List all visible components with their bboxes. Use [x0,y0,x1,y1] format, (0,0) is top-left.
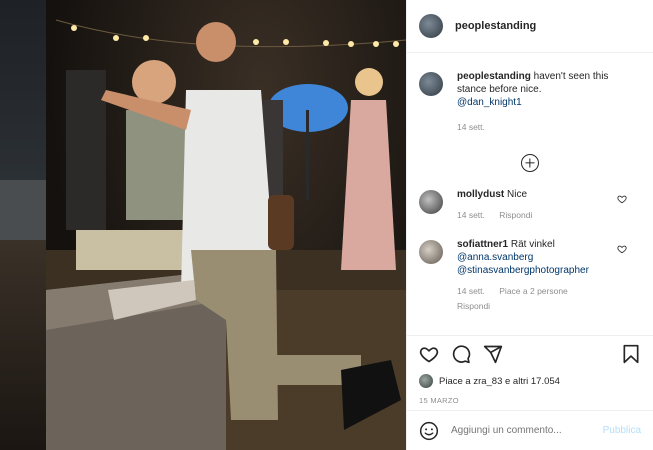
comment-body: mollydust Nice 14 sett. Rispondi [457,188,641,222]
comment-mention[interactable]: @stinasvanbergphotographer [457,264,623,277]
author-avatar[interactable] [419,14,443,38]
comment-meta: 14 sett. Rispondi [457,209,623,222]
caption-meta: 14 sett. [457,121,623,134]
background-middle [0,180,46,240]
post-details-panel: peoplestanding peoplestanding haven't se… [406,0,653,450]
background-bottom [0,240,46,450]
bookmark-icon[interactable] [621,344,641,364]
comment-author[interactable]: mollydust [457,189,504,200]
comment-icon[interactable] [451,344,471,364]
add-comment-bar: Pubblica [407,410,653,450]
caption-time[interactable]: 14 sett. [457,122,485,132]
comment-text: Nice [504,189,528,200]
caption-author[interactable]: peoplestanding [457,71,531,82]
emoji-icon[interactable] [419,421,439,441]
caption-body: peoplestanding haven't seen this stance … [457,70,641,134]
comment-time[interactable]: 14 sett. [457,210,485,220]
liker-avatar[interactable] [419,374,433,388]
comment-likes[interactable]: Piace a 2 persone [499,286,568,296]
comment-input[interactable] [451,425,603,436]
comment-avatar[interactable] [419,190,443,214]
post-comment-button[interactable]: Pubblica [603,425,641,436]
reply-link[interactable]: Rispondi [457,300,623,313]
likes-summary[interactable]: Piace a zra_83 e altri 17.054 [419,374,641,388]
caption-avatar[interactable] [419,72,443,96]
author-username[interactable]: peoplestanding [455,20,536,32]
post-date[interactable]: 15 MARZO [419,396,641,405]
load-more-comments[interactable] [419,154,641,172]
heart-icon[interactable] [419,344,439,364]
plus-circle-icon[interactable] [521,154,539,172]
caption-row: peoplestanding haven't seen this stance … [419,70,641,134]
comment-avatar[interactable] [419,240,443,264]
comment-author[interactable]: sofiattner1 [457,239,508,250]
heart-icon[interactable] [617,194,627,204]
comment-time[interactable]: 14 sett. [457,286,485,296]
post-actions: Piace a zra_83 e altri 17.054 15 MARZO [407,335,653,405]
comment-row: mollydust Nice 14 sett. Rispondi [419,188,641,222]
likes-text[interactable]: Piace a zra_83 e altri 17.054 [439,376,560,387]
comment-row: sofiattner1 Rät vinkel @anna.svanberg @s… [419,238,641,313]
comment-text: Rät vinkel [508,239,555,250]
post-photo[interactable] [46,0,406,450]
comment-body: sofiattner1 Rät vinkel @anna.svanberg @s… [457,238,641,313]
post-header: peoplestanding [407,0,653,53]
heart-icon[interactable] [617,244,627,254]
caption-mention[interactable]: @dan_knight1 [457,96,623,109]
share-icon[interactable] [483,344,503,364]
comments-section: peoplestanding haven't seen this stance … [407,60,653,335]
photo-illustration [46,19,406,450]
reply-link[interactable]: Rispondi [499,210,532,220]
action-icons [419,344,641,364]
comment-meta: 14 sett. Piace a 2 persone Rispondi [457,285,623,313]
comment-mention[interactable]: @anna.svanberg [457,251,623,264]
background-page [0,0,46,450]
background-top [0,0,46,180]
